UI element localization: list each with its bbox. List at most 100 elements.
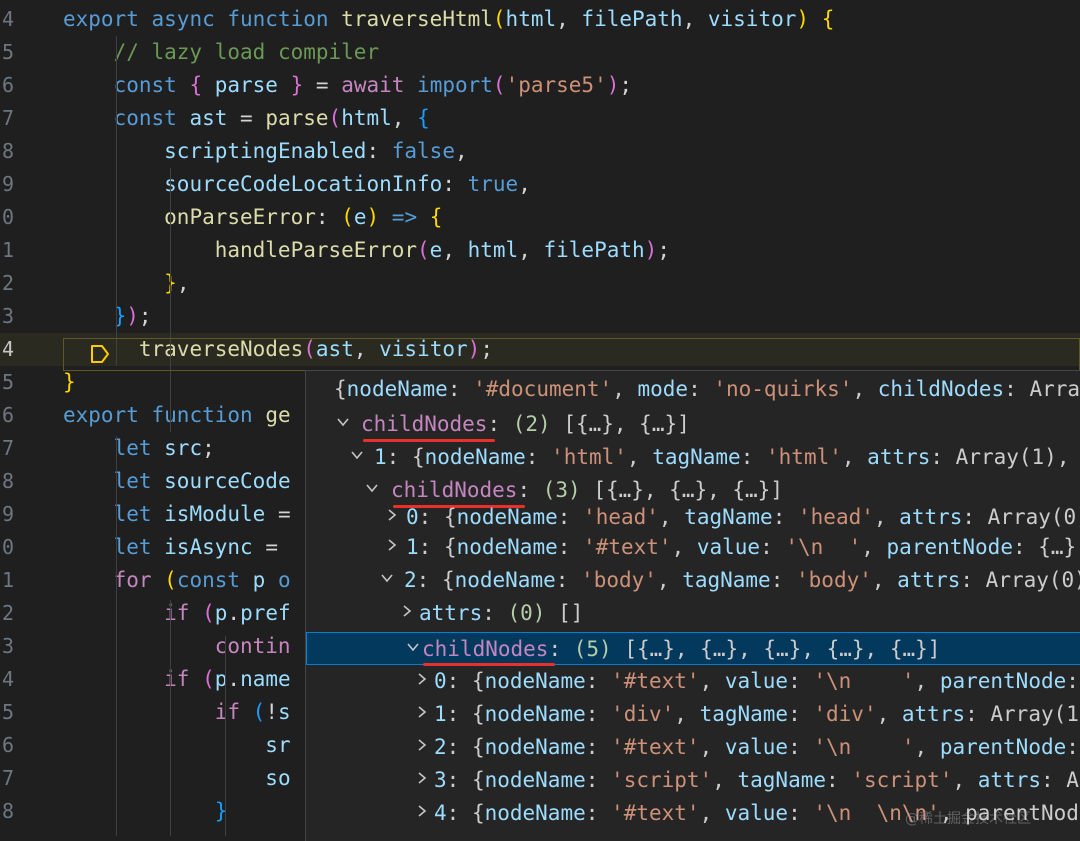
code-text: onParseError: (e) => { xyxy=(164,205,443,229)
code-text: export function ge xyxy=(63,403,291,427)
tree-node[interactable]: 2: {nodeName: '#text', value: '\n ', par… xyxy=(306,731,1080,764)
line-number: 5 xyxy=(1,700,14,724)
code-text: traverseNodes(ast, visitor); xyxy=(138,337,493,361)
code-text: let src; xyxy=(113,436,215,460)
line-number: 2 xyxy=(1,601,14,625)
line-number: 5 xyxy=(1,370,14,394)
tree-node[interactable]: 1: {nodeName: 'html', tagName: 'html', a… xyxy=(306,441,1080,474)
line-number: 0 xyxy=(1,205,14,229)
code-line[interactable]: 1 handleParseError(e, html, filePath); xyxy=(0,234,1080,267)
code-text: sr xyxy=(265,733,291,757)
tree-node-label: 1: {nodeName: 'div', tagName: 'div', att… xyxy=(434,702,1080,726)
code-text: if (p.pref xyxy=(164,601,291,625)
chevron-down-icon[interactable] xyxy=(346,441,368,474)
code-text: let isModule = xyxy=(113,502,291,526)
code-line[interactable]: 0 onParseError: (e) => { xyxy=(0,201,1080,234)
indent-guide xyxy=(116,436,117,836)
tree-node[interactable]: attrs: (0) [] xyxy=(306,597,1080,630)
tree-node-label: 3: {nodeName: 'script', tagName: 'script… xyxy=(434,768,1080,792)
code-line[interactable]: 5 // lazy load compiler xyxy=(0,36,1080,69)
line-number: 9 xyxy=(1,172,14,196)
tree-node-label: 2: {nodeName: 'body', tagName: 'body', a… xyxy=(404,568,1080,592)
code-text: // lazy load compiler xyxy=(113,40,380,64)
indent-guide xyxy=(170,600,171,836)
chevron-down-icon[interactable] xyxy=(376,564,398,597)
indent-guide xyxy=(170,168,171,432)
code-text: handleParseError(e, html, filePath); xyxy=(214,238,670,262)
tree-node-childnodes[interactable]: childNodes: (5) [{…}, {…}, {…}, {…}, {…}… xyxy=(306,632,1080,665)
line-number: 8 xyxy=(1,139,14,163)
code-text: contin xyxy=(214,634,291,658)
code-text: let sourceCode xyxy=(113,469,291,493)
tree-node[interactable]: 0: {nodeName: '#text', value: '\n ', par… xyxy=(306,665,1080,698)
line-number: 7 xyxy=(1,106,14,130)
code-line[interactable]: 8 scriptingEnabled: false, xyxy=(0,135,1080,168)
line-number: 1 xyxy=(1,238,14,262)
tree-node-label: childNodes: (2) [{…}, {…}] xyxy=(361,412,690,436)
line-number: 3 xyxy=(1,304,14,328)
code-text: export async function traverseHtml(html,… xyxy=(63,7,835,31)
code-text: const ast = parse(html, { xyxy=(113,106,430,130)
code-text: if (p.name xyxy=(164,667,291,691)
tree-node-label: 2: {nodeName: '#text', value: '\n ', par… xyxy=(434,735,1079,759)
chevron-right-icon[interactable] xyxy=(381,501,403,534)
tree-node-label: attrs: (0) [] xyxy=(419,601,584,625)
line-number: 4 xyxy=(1,667,14,691)
line-number: 9 xyxy=(1,502,14,526)
tree-node[interactable]: {nodeName: '#document', mode: 'no-quirks… xyxy=(306,373,1080,406)
line-number: 8 xyxy=(1,799,14,823)
line-number: 3 xyxy=(1,634,14,658)
chevron-right-icon[interactable] xyxy=(396,597,418,630)
watermark: @稀土掘金技术社区 xyxy=(905,811,1031,827)
chevron-right-icon[interactable] xyxy=(381,531,403,564)
tree-node-label: 1: {nodeName: '#text', value: '\n ', par… xyxy=(406,535,1080,559)
code-text: }); xyxy=(113,304,152,328)
tree-node[interactable]: 1: {nodeName: '#text', value: '\n ', par… xyxy=(306,531,1080,564)
code-line[interactable]: 6 const { parse } = await import('parse5… xyxy=(0,69,1080,102)
chevron-right-icon[interactable] xyxy=(411,797,433,830)
code-text: if (!s xyxy=(214,700,291,724)
tree-node[interactable]: 1: {nodeName: 'div', tagName: 'div', att… xyxy=(306,698,1080,731)
tree-node-label: 0: {nodeName: '#text', value: '\n ', par… xyxy=(434,669,1079,693)
tree-node[interactable]: 0: {nodeName: 'head', tagName: 'head', a… xyxy=(306,501,1080,534)
code-text: sourceCodeLocationInfo: true, xyxy=(164,172,531,196)
line-number: 6 xyxy=(1,733,14,757)
line-number: 4 xyxy=(1,337,14,361)
tree-node-label: childNodes: (5) [{…}, {…}, {…}, {…}, {…}… xyxy=(422,637,941,661)
tree-node-childnodes[interactable]: childNodes: (2) [{…}, {…}] xyxy=(306,408,1080,441)
tree-node-label: 0: {nodeName: 'head', tagName: 'head', a… xyxy=(406,505,1080,529)
chevron-right-icon[interactable] xyxy=(411,764,433,797)
code-line[interactable]: 7 const ast = parse(html, { xyxy=(0,102,1080,135)
code-text: } xyxy=(63,370,76,394)
line-number: 6 xyxy=(1,403,14,427)
chevron-right-icon[interactable] xyxy=(411,665,433,698)
tree-node[interactable]: 2: {nodeName: 'body', tagName: 'body', a… xyxy=(306,564,1080,597)
code-line[interactable]: 9 sourceCodeLocationInfo: true, xyxy=(0,168,1080,201)
chevron-right-icon[interactable] xyxy=(411,731,433,764)
chevron-down-icon[interactable] xyxy=(332,408,354,441)
code-text: scriptingEnabled: false, xyxy=(164,139,468,163)
line-number: 4 xyxy=(1,7,14,31)
line-number: 6 xyxy=(1,73,14,97)
code-text: for (const p o xyxy=(113,568,291,592)
line-number: 7 xyxy=(1,766,14,790)
line-number: 8 xyxy=(1,469,14,493)
indent-guide xyxy=(116,36,117,366)
code-text: } xyxy=(214,799,228,823)
code-line[interactable]: 4 traverseNodes(ast, visitor); xyxy=(0,333,1080,366)
code-line[interactable]: 3 }); xyxy=(0,300,1080,333)
debug-breakpoint-arrow-icon[interactable] xyxy=(89,343,111,365)
code-line[interactable]: 4 export async function traverseHtml(html… xyxy=(0,3,1080,36)
line-number: 0 xyxy=(1,535,14,559)
code-text: const { parse } = await import('parse5')… xyxy=(113,73,633,97)
tree-node[interactable]: 3: {nodeName: 'script', tagName: 'script… xyxy=(306,764,1080,797)
code-line[interactable]: 2 }, xyxy=(0,267,1080,300)
indent-guide xyxy=(225,702,226,832)
tree-node-label: 1: {nodeName: 'html', tagName: 'html', a… xyxy=(374,445,1070,469)
code-text: so xyxy=(265,766,291,790)
line-number: 1 xyxy=(1,568,14,592)
chevron-down-icon[interactable] xyxy=(402,633,424,666)
debug-hover-widget[interactable]: {nodeName: '#document', mode: 'no-quirks… xyxy=(305,370,1080,841)
chevron-right-icon[interactable] xyxy=(411,698,433,731)
code-text: let isAsync = xyxy=(113,535,278,559)
